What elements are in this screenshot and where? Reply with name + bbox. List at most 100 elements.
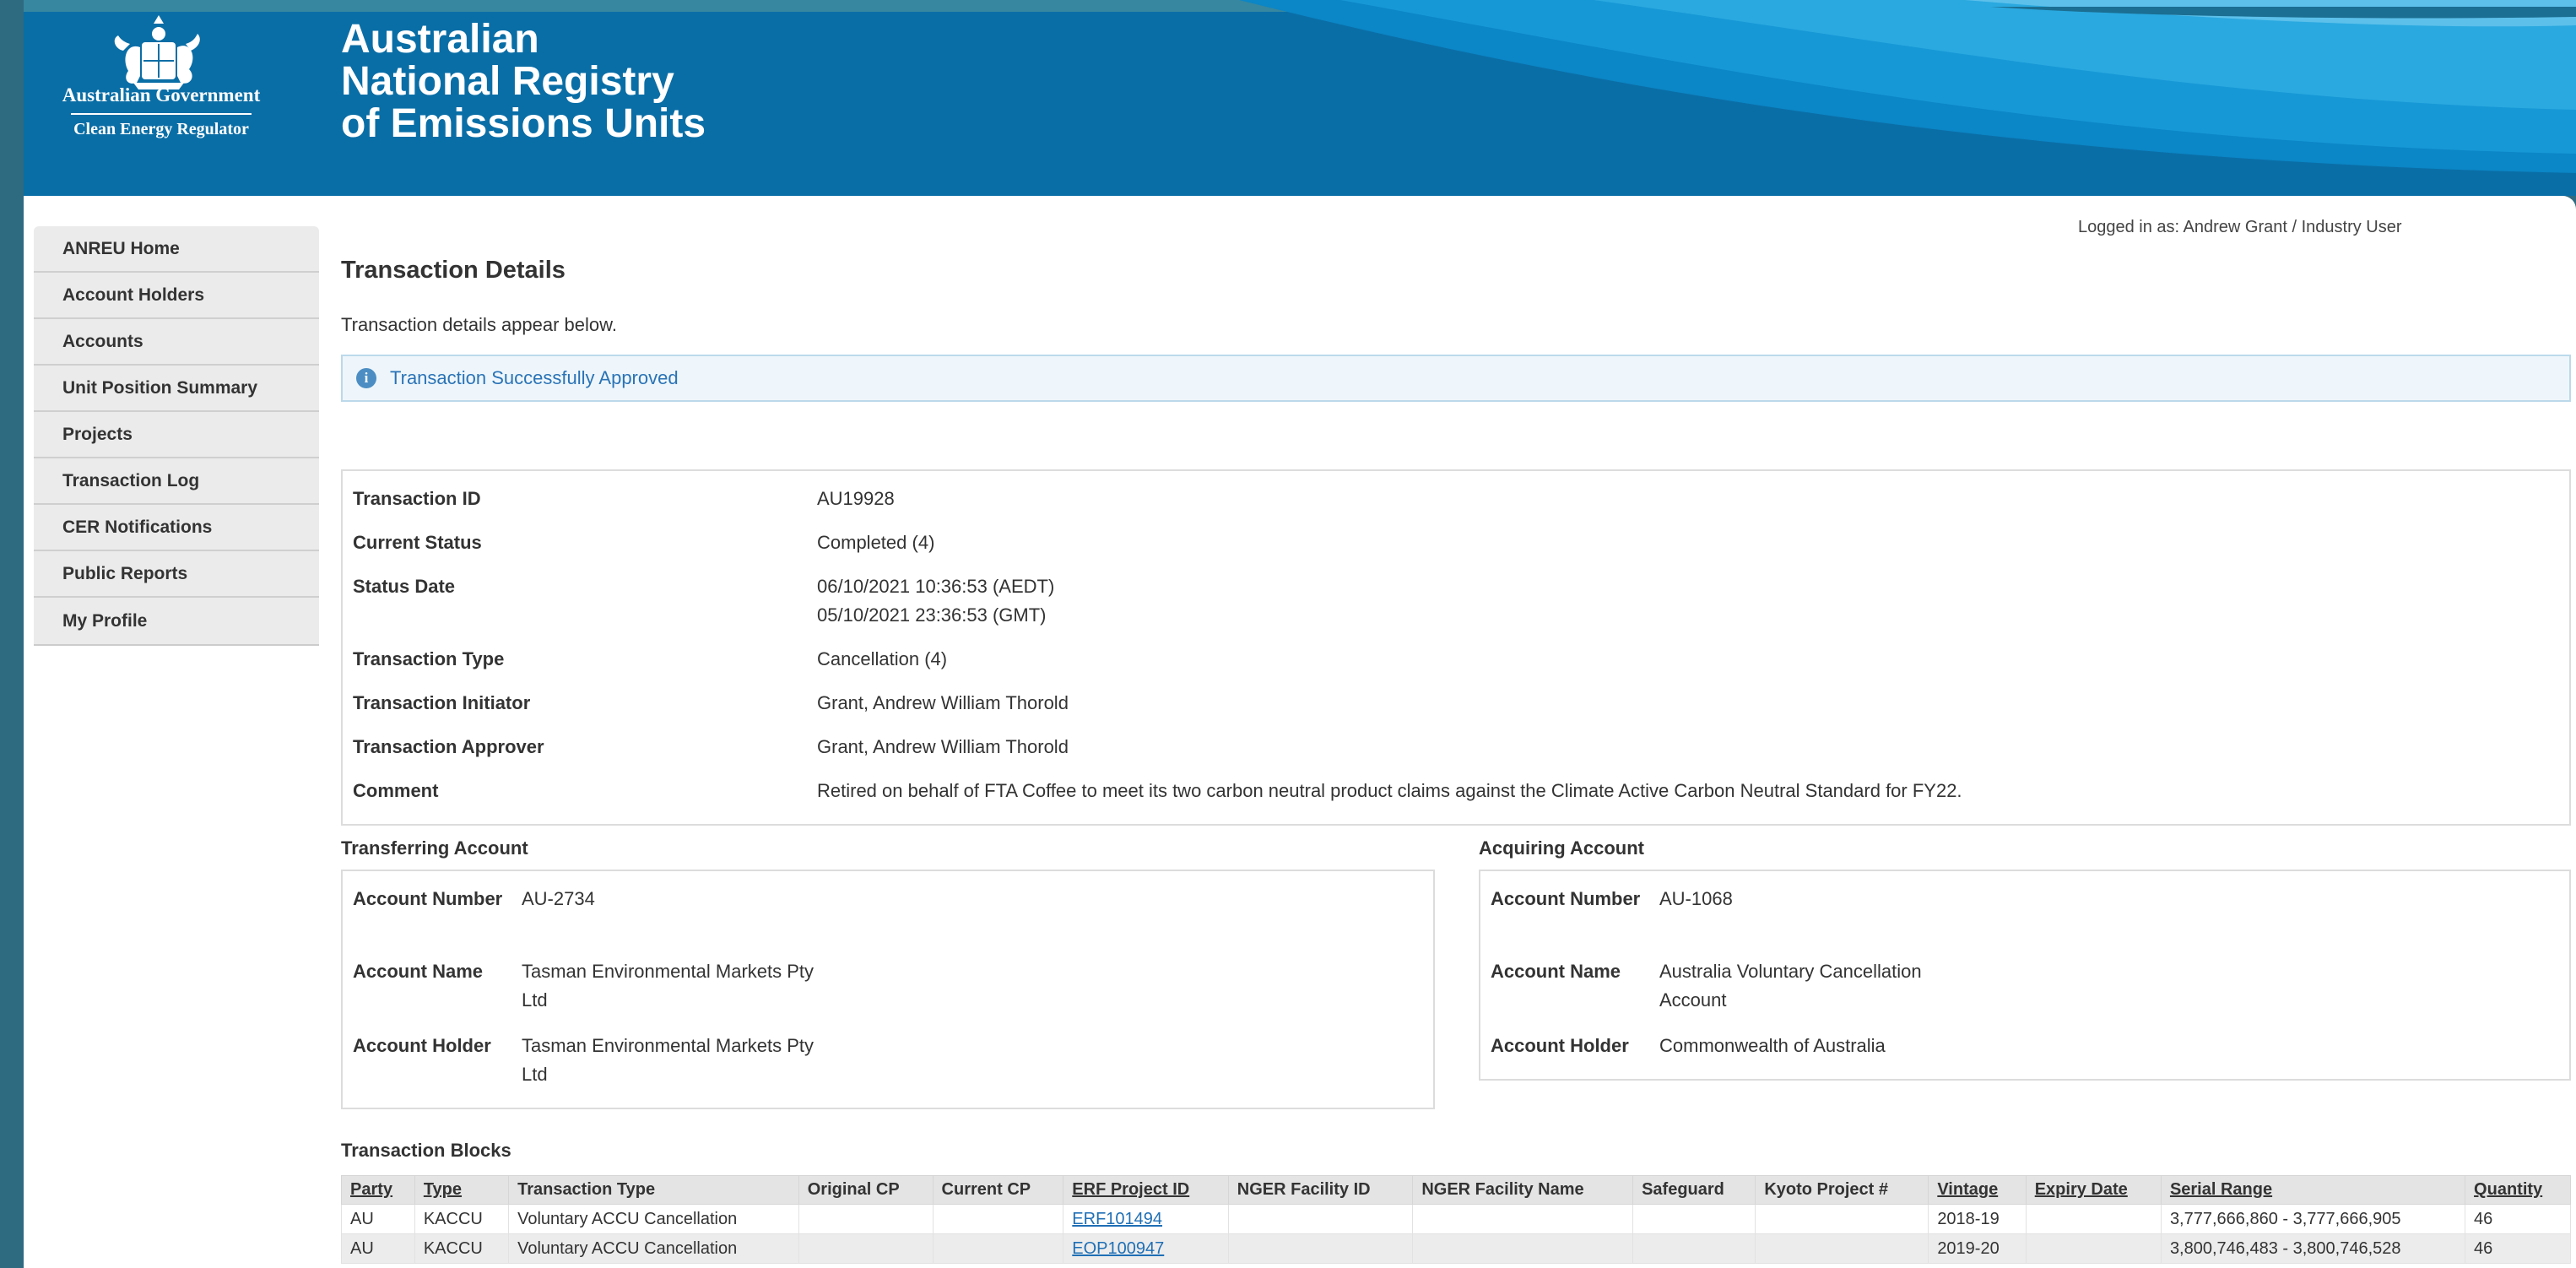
transferring-account-panel: Account Number AU-2734 Account Name Tasm…: [341, 870, 1435, 1109]
cell-type: KACCU: [414, 1204, 510, 1234]
cell-transaction-type: Voluntary ACCU Cancellation: [508, 1204, 799, 1234]
page-title: Transaction Details: [341, 257, 566, 284]
detail-value-gmt: 05/10/2021 23:36:53 (GMT): [817, 604, 1047, 626]
transaction-blocks-table: Party Type Transaction Type Original CP …: [341, 1175, 2571, 1264]
cell-quantity: 46: [2465, 1233, 2571, 1264]
cell-current-cp: [932, 1233, 1064, 1264]
sidebar-item-public-reports[interactable]: Public Reports: [34, 551, 319, 598]
detail-label: Transaction Approver: [353, 736, 544, 757]
column-header-vintage[interactable]: Vintage: [1928, 1175, 2027, 1205]
column-header-serial-range[interactable]: Serial Range: [2160, 1175, 2466, 1205]
detail-label: Comment: [353, 780, 439, 801]
site-title-line: of Emissions Units: [341, 101, 706, 146]
column-header-nger-facility-name: NGER Facility Name: [1412, 1175, 1634, 1205]
cell-serial-range: 3,800,746,483 - 3,800,746,528: [2160, 1233, 2466, 1264]
table-row: AU KACCU Voluntary ACCU Cancellation ERF…: [341, 1204, 2571, 1234]
detail-label: Transaction ID: [353, 488, 481, 509]
account-holder-value: Commonwealth of Australia: [1659, 1035, 1886, 1056]
column-header-transaction-type: Transaction Type: [508, 1175, 799, 1205]
detail-label: Transaction Type: [353, 648, 505, 669]
erf-project-link[interactable]: EOP100947: [1072, 1239, 1164, 1258]
cell-original-cp: [798, 1233, 934, 1264]
detail-label: Status Date: [353, 576, 456, 597]
column-header-quantity[interactable]: Quantity: [2465, 1175, 2571, 1205]
column-header-current-cp: Current CP: [932, 1175, 1064, 1205]
acquiring-account-panel: Account Number AU-1068 Account Name Aust…: [1479, 870, 2571, 1081]
detail-value: Grant, Andrew William Thorold: [817, 692, 1069, 713]
table-row: AU KACCU Voluntary ACCU Cancellation EOP…: [341, 1233, 2571, 1264]
page-description: Transaction details appear below.: [341, 314, 617, 335]
account-holder-label: Account Holder: [353, 1035, 491, 1056]
column-header-erf-project-id[interactable]: ERF Project ID: [1063, 1175, 1229, 1205]
column-header-expiry-date[interactable]: Expiry Date: [2025, 1175, 2162, 1205]
transaction-details-panel: Transaction ID AU19928 Current Status Co…: [341, 469, 2571, 826]
site-title[interactable]: Australian National Registry of Emission…: [341, 19, 706, 145]
acquiring-account-title: Acquiring Account: [1479, 837, 1644, 859]
government-divider: [71, 113, 252, 115]
column-header-kyoto-project: Kyoto Project #: [1755, 1175, 1929, 1205]
site-title-line: National Registry: [341, 59, 674, 104]
detail-value: Retired on behalf of FTA Coffee to meet …: [817, 780, 1962, 801]
detail-value: 06/10/2021 10:36:53 (AEDT): [817, 576, 1055, 597]
sidebar-item-anreu-home[interactable]: ANREU Home: [34, 226, 319, 273]
cell-vintage: 2019-20: [1928, 1233, 2027, 1264]
account-number-value: AU-2734: [522, 888, 595, 909]
info-icon: i: [356, 368, 376, 388]
column-header-original-cp: Original CP: [798, 1175, 934, 1205]
transaction-blocks-title: Transaction Blocks: [341, 1140, 511, 1161]
alert-message: Transaction Successfully Approved: [390, 367, 679, 388]
cell-party: AU: [341, 1233, 415, 1264]
detail-value: Completed (4): [817, 532, 935, 553]
site-title-line: Australian: [341, 17, 539, 62]
government-name: Australian Government: [62, 84, 261, 106]
header-banner: Australian Government Clean Energy Regul…: [24, 0, 2576, 196]
sidebar-item-transaction-log[interactable]: Transaction Log: [34, 458, 319, 505]
column-header-party[interactable]: Party: [341, 1175, 415, 1205]
detail-label: Current Status: [353, 532, 482, 553]
cell-expiry-date: [2025, 1204, 2162, 1234]
cell-type: KACCU: [414, 1233, 510, 1264]
page-content: ANREU Home Account Holders Accounts Unit…: [24, 196, 2576, 1268]
cell-safeguard: [1632, 1233, 1756, 1264]
column-header-type[interactable]: Type: [414, 1175, 510, 1205]
account-number-value: AU-1068: [1659, 888, 1733, 909]
account-name-value: Australia Voluntary Cancellation Account: [1659, 961, 1922, 1011]
cell-nger-facility-name: [1412, 1204, 1634, 1234]
account-name-label: Account Name: [1491, 961, 1621, 982]
cell-safeguard: [1632, 1204, 1756, 1234]
cell-quantity: 46: [2465, 1204, 2571, 1234]
column-header-safeguard: Safeguard: [1632, 1175, 1756, 1205]
sidebar-item-unit-position-summary[interactable]: Unit Position Summary: [34, 366, 319, 412]
cell-original-cp: [798, 1204, 934, 1234]
sidebar-item-my-profile[interactable]: My Profile: [34, 598, 319, 644]
cell-expiry-date: [2025, 1233, 2162, 1264]
sidebar-item-projects[interactable]: Projects: [34, 412, 319, 458]
success-alert: i Transaction Successfully Approved: [341, 355, 2571, 402]
agency-name: Clean Energy Regulator: [73, 120, 249, 138]
sidebar-item-cer-notifications[interactable]: CER Notifications: [34, 505, 319, 551]
detail-value: AU19928: [817, 488, 895, 509]
cell-serial-range: 3,777,666,860 - 3,777,666,905: [2160, 1204, 2466, 1234]
table-header-row: Party Type Transaction Type Original CP …: [341, 1175, 2571, 1205]
account-holder-label: Account Holder: [1491, 1035, 1629, 1056]
cell-vintage: 2018-19: [1928, 1204, 2027, 1234]
cell-party: AU: [341, 1204, 415, 1234]
cell-nger-facility-id: [1227, 1204, 1414, 1234]
cell-current-cp: [932, 1204, 1064, 1234]
erf-project-link[interactable]: ERF101494: [1072, 1210, 1162, 1228]
sidebar-item-account-holders[interactable]: Account Holders: [34, 273, 319, 319]
account-holder-value: Tasman Environmental Markets Pty Ltd: [522, 1035, 814, 1085]
column-header-nger-facility-id: NGER Facility ID: [1227, 1175, 1414, 1205]
cell-nger-facility-name: [1412, 1233, 1634, 1264]
account-number-label: Account Number: [353, 888, 503, 909]
account-number-label: Account Number: [1491, 888, 1641, 909]
cell-kyoto-project: [1755, 1233, 1929, 1264]
sidebar-item-accounts[interactable]: Accounts: [34, 319, 319, 366]
transferring-account-title: Transferring Account: [341, 837, 528, 859]
cell-erf-project-id: EOP100947: [1063, 1233, 1229, 1264]
detail-value: Grant, Andrew William Thorold: [817, 736, 1069, 757]
account-name-label: Account Name: [353, 961, 484, 982]
cell-erf-project-id: ERF101494: [1063, 1204, 1229, 1234]
cell-kyoto-project: [1755, 1204, 1929, 1234]
cell-nger-facility-id: [1227, 1233, 1414, 1264]
